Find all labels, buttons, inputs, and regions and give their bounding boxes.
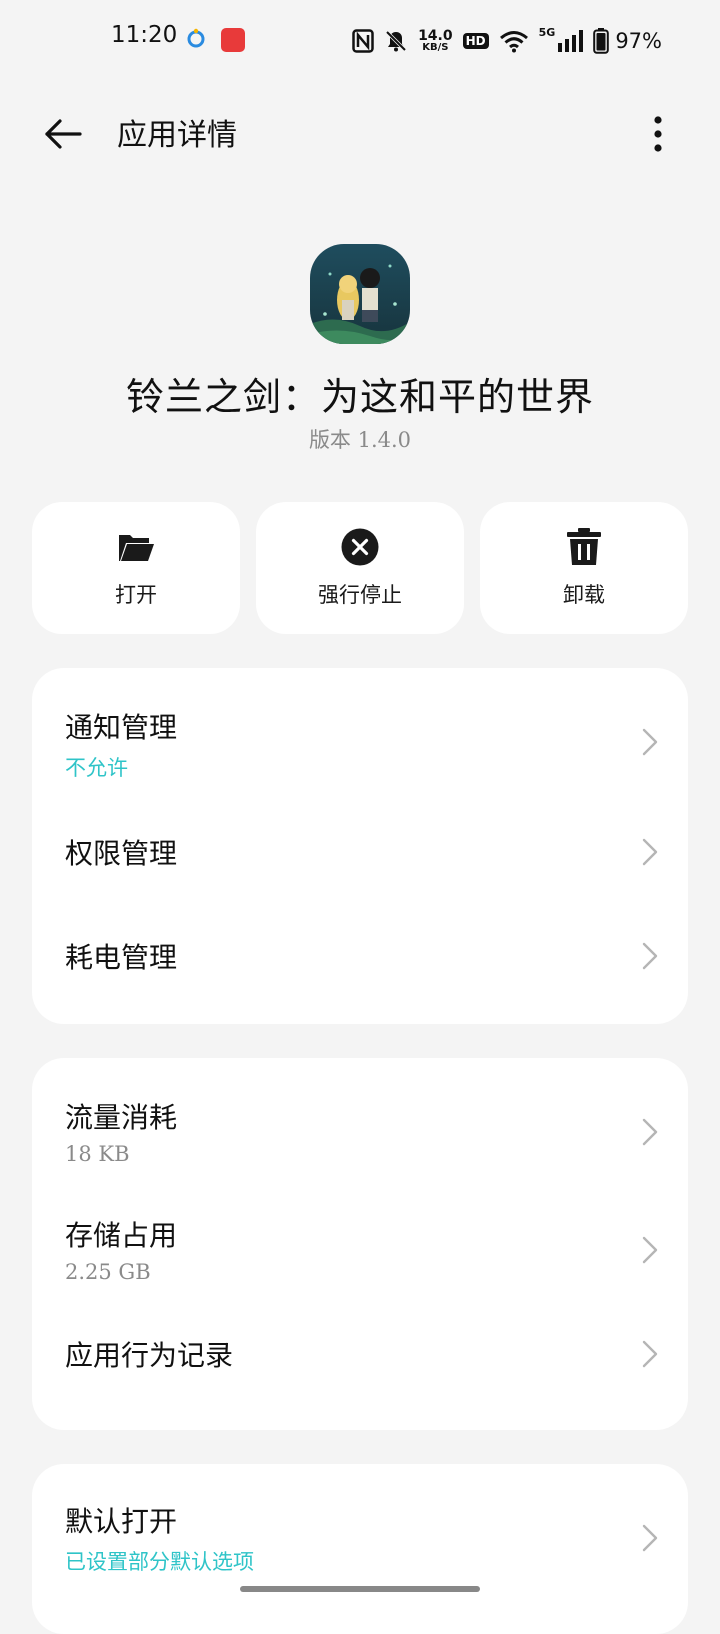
header: 应用详情: [0, 96, 720, 172]
network-speed-value: 14.0: [418, 28, 453, 44]
status-bar: 11:20 14.0 KB/S HD 5G 97%: [0, 0, 720, 84]
mute-bell-icon: [385, 30, 407, 52]
default-open-title: 默认打开: [65, 1505, 178, 1538]
network-type: 5G: [538, 26, 556, 39]
app-name: 铃兰之剑：为这和平的世界: [125, 375, 594, 419]
default-open-status: 已设置部分默认选项: [65, 1550, 254, 1574]
more-vertical-icon: [654, 116, 662, 152]
force-stop-button[interactable]: 强行停止: [256, 502, 464, 634]
open-button-label: 打开: [115, 583, 157, 607]
network-speed-unit: KB/S: [422, 42, 449, 53]
storage-usage-title: 存储占用: [65, 1219, 178, 1252]
storage-usage-value: 2.25 GB: [65, 1260, 151, 1284]
chevron-right-icon: [642, 838, 658, 866]
back-arrow-icon: [45, 119, 82, 149]
data-usage-row[interactable]: 流量消耗 18 KB: [32, 1058, 688, 1182]
uninstall-button-label: 卸载: [563, 583, 605, 607]
action-bar: 打开 强行停止 卸载: [32, 502, 688, 634]
notification-management-row[interactable]: 通知管理 不允许: [32, 668, 688, 816]
app-behavior-log-row[interactable]: 应用行为记录: [32, 1300, 688, 1430]
wifi-icon: [499, 31, 528, 53]
home-indicator[interactable]: [240, 1586, 480, 1592]
app-behavior-log-title: 应用行为记录: [65, 1339, 234, 1372]
app-version: 版本 1.4.0: [308, 428, 412, 452]
data-usage-title: 流量消耗: [65, 1101, 178, 1134]
app-icon: [310, 244, 410, 344]
notification-app-icon: [187, 28, 205, 48]
more-options-button[interactable]: [638, 110, 678, 158]
network-speed: 14.0 KB/S: [418, 29, 453, 53]
open-button[interactable]: 打开: [32, 502, 240, 634]
storage-usage-row[interactable]: 存储占用 2.25 GB: [32, 1182, 688, 1300]
notification-status: 不允许: [65, 756, 128, 780]
back-button[interactable]: [40, 111, 86, 157]
chevron-right-icon: [642, 1524, 658, 1552]
trash-icon: [564, 527, 604, 567]
chevron-right-icon: [642, 1236, 658, 1264]
force-stop-button-label: 强行停止: [318, 583, 402, 607]
notification-management-title: 通知管理: [65, 711, 178, 744]
notification-app-icon-2: [221, 28, 245, 52]
signal-icon: [558, 30, 584, 52]
usage-card: 流量消耗 18 KB 存储占用 2.25 GB 应用行为记录: [32, 1058, 688, 1430]
data-usage-value: 18 KB: [65, 1142, 130, 1166]
chevron-right-icon: [642, 942, 658, 970]
status-icons: 14.0 KB/S HD 5G 97%: [352, 24, 662, 58]
nfc-icon: [352, 29, 374, 53]
page-title: 应用详情: [117, 118, 237, 153]
status-time: 11:20: [111, 22, 178, 48]
permission-management-row[interactable]: 权限管理: [32, 816, 688, 916]
hd-badge: HD: [462, 33, 489, 49]
close-circle-icon: [340, 527, 380, 567]
battery-percent: 97%: [615, 29, 662, 53]
chevron-right-icon: [642, 728, 658, 756]
permission-management-title: 权限管理: [65, 837, 178, 870]
management-card: 通知管理 不允许 权限管理 耗电管理: [32, 668, 688, 1024]
power-management-title: 耗电管理: [65, 941, 178, 974]
battery-icon: [593, 28, 610, 54]
uninstall-button[interactable]: 卸载: [480, 502, 688, 634]
power-management-row[interactable]: 耗电管理: [32, 916, 688, 1024]
chevron-right-icon: [642, 1118, 658, 1146]
chevron-right-icon: [642, 1340, 658, 1368]
default-open-card: 默认打开 已设置部分默认选项: [32, 1464, 688, 1634]
folder-open-icon: [116, 527, 156, 567]
